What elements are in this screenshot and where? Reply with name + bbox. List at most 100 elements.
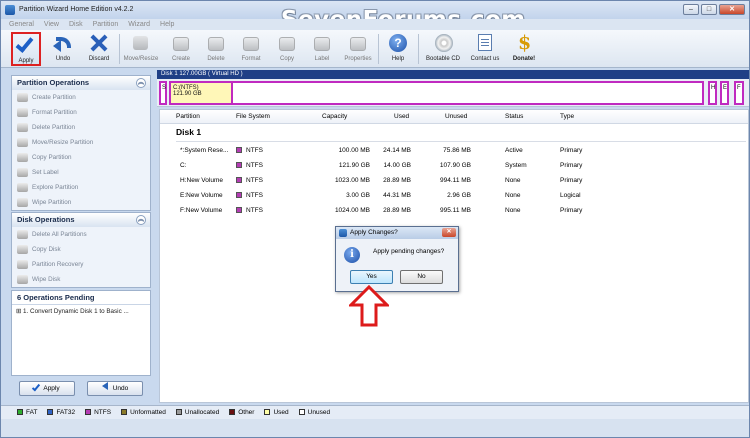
close-icon[interactable]: ✕	[442, 228, 456, 237]
collapse-icon[interactable]: ︽	[136, 78, 146, 88]
menu-view[interactable]: View	[44, 19, 59, 30]
disk-map-partition-c[interactable]: C:(NTFS) 121.90 GB	[169, 81, 233, 105]
contact-us-button[interactable]: Contact us	[467, 32, 503, 66]
col-status[interactable]: Status	[505, 110, 523, 124]
collapse-icon[interactable]: ︽	[136, 215, 146, 225]
disk-map-label: F	[737, 85, 741, 91]
maximize-icon[interactable]: □	[701, 4, 717, 15]
disk-map-partition-e[interactable]: E	[720, 81, 729, 105]
op-delete-partition[interactable]: Delete Partition	[12, 120, 150, 135]
table-row[interactable]: F:New Volume NTFS 1024.00 MB 28.89 MB 99…	[160, 204, 748, 218]
wipe-disk-icon	[17, 275, 28, 284]
delete-button[interactable]: Delete	[198, 32, 234, 66]
disk-map-label: S	[162, 85, 167, 91]
col-partition[interactable]: Partition	[176, 110, 200, 124]
disk-map-partition-system[interactable]: S	[159, 81, 167, 105]
disk-map-partition-h[interactable]: H	[708, 81, 717, 105]
op-delete-all-partitions[interactable]: Delete All Partitions	[12, 227, 150, 242]
disk-map-label: H	[711, 85, 716, 91]
ntfs-swatch	[236, 177, 242, 183]
format-label: Format	[241, 56, 261, 62]
copy-label: Copy	[279, 56, 294, 62]
move-resize-button[interactable]: Move/Resize	[123, 32, 159, 66]
app-icon	[339, 229, 347, 237]
disk-map-size: 121.90 GB	[173, 91, 202, 97]
legend-ntfs: NTFS	[85, 406, 111, 419]
partition-recovery-icon	[17, 260, 28, 269]
disk-operations-title: Disk Operations	[17, 215, 75, 224]
menu-disk[interactable]: Disk	[69, 19, 83, 30]
partition-operations-section: Partition Operations ︽ Create Partition …	[11, 75, 151, 211]
undo-icon	[53, 33, 73, 53]
op-copy-disk[interactable]: Copy Disk	[12, 242, 150, 257]
donate-button[interactable]: $ Donate!	[506, 32, 542, 66]
menu-help[interactable]: Help	[160, 19, 174, 30]
toolbar: Apply Undo Discard Move/Resize Create De…	[1, 30, 749, 68]
disk-map-header: Disk 1 127.00GB ( Virtual HD )	[157, 70, 749, 79]
delete-label: Delete	[207, 56, 225, 62]
disk-map-partition-f[interactable]: F	[734, 81, 744, 105]
col-file-system[interactable]: File System	[236, 110, 270, 124]
menu-general[interactable]: General	[9, 19, 34, 30]
properties-button[interactable]: Properties	[340, 32, 376, 66]
col-type[interactable]: Type	[560, 110, 574, 124]
discard-icon	[89, 33, 109, 53]
format-partition-icon	[17, 108, 28, 117]
help-button[interactable]: ? Help	[380, 32, 416, 66]
create-button[interactable]: Create	[163, 32, 199, 66]
disk-title[interactable]: Disk 1	[176, 127, 201, 137]
explore-partition-icon	[17, 183, 28, 192]
move-resize-partition-icon	[17, 138, 28, 147]
ntfs-swatch	[85, 409, 92, 415]
expand-icon[interactable]: ⊞	[16, 308, 23, 315]
label-button[interactable]: Label	[304, 32, 340, 66]
partition-operations-header[interactable]: Partition Operations ︽	[12, 76, 150, 90]
op-format-partition[interactable]: Format Partition	[12, 105, 150, 120]
fat32-swatch	[47, 409, 54, 415]
copy-button[interactable]: Copy	[269, 32, 305, 66]
table-row[interactable]: C: NTFS 121.90 GB 14.00 GB 107.90 GB Sys…	[160, 159, 748, 173]
op-partition-recovery[interactable]: Partition Recovery	[12, 257, 150, 272]
table-row[interactable]: H:New Volume NTFS 1023.00 MB 28.89 MB 99…	[160, 174, 748, 188]
op-create-partition[interactable]: Create Partition	[12, 90, 150, 105]
col-used[interactable]: Used	[394, 110, 409, 124]
contact-us-label: Contact us	[470, 56, 500, 62]
op-move-resize-partition[interactable]: Move/Resize Partition	[12, 135, 150, 150]
apply-bottom-button[interactable]: Apply	[19, 381, 75, 396]
col-capacity[interactable]: Capacity	[322, 110, 347, 124]
unallocated-swatch	[175, 409, 182, 415]
menu-wizard[interactable]: Wizard	[128, 19, 150, 30]
col-unused[interactable]: Unused	[445, 110, 467, 124]
disk-operations-header[interactable]: Disk Operations ︽	[12, 213, 150, 227]
discard-button[interactable]: Discard	[81, 32, 117, 66]
op-copy-partition[interactable]: Copy Partition	[12, 150, 150, 165]
disk-map-partition-c-free[interactable]	[233, 81, 704, 105]
format-button[interactable]: Format	[233, 32, 269, 66]
minimize-icon[interactable]: –	[683, 4, 699, 15]
op-wipe-disk[interactable]: Wipe Disk	[12, 272, 150, 287]
set-label-icon	[17, 168, 28, 177]
op-explore-partition[interactable]: Explore Partition	[12, 180, 150, 195]
close-icon[interactable]: ✕	[719, 4, 745, 15]
disk-map-label: C:(NTFS)	[173, 85, 199, 91]
no-button[interactable]: No	[400, 270, 443, 284]
properties-label: Properties	[344, 56, 372, 62]
legend-unformatted: Unformatted	[121, 406, 166, 419]
delete-partition-icon	[17, 123, 28, 132]
table-row[interactable]: *:System Rese... NTFS 100.00 MB 24.14 MB…	[160, 144, 748, 158]
yes-button[interactable]: Yes	[350, 270, 393, 284]
help-label: Help	[391, 56, 405, 62]
op-wipe-partition[interactable]: Wipe Partition	[12, 195, 150, 210]
menu-partition[interactable]: Partition	[93, 19, 119, 30]
create-partition-icon	[17, 93, 28, 102]
undo-button[interactable]: Undo	[45, 32, 81, 66]
undo-bottom-button[interactable]: Undo	[87, 381, 143, 396]
apply-label: Apply	[18, 58, 34, 64]
op-set-label[interactable]: Set Label	[12, 165, 150, 180]
table-row[interactable]: E:New Volume NTFS 3.00 GB 44.31 MB 2.96 …	[160, 189, 748, 203]
bootable-cd-button[interactable]: Bootable CD	[425, 32, 461, 66]
disk-map-label: E	[723, 85, 728, 91]
apply-button[interactable]: Apply	[11, 32, 41, 66]
copy-icon	[277, 33, 297, 53]
pending-item[interactable]: ⊞ 1. Convert Dynamic Disk 1 to Basic ...	[12, 305, 150, 315]
